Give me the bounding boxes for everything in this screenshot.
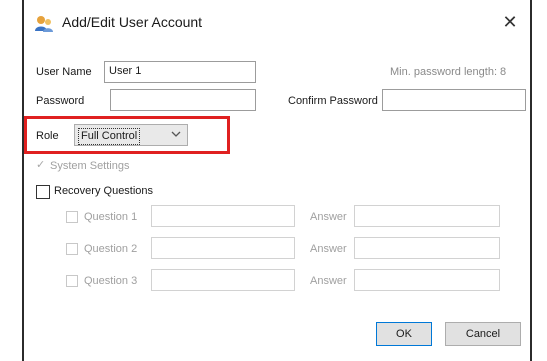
system-settings-label: System Settings	[50, 160, 130, 172]
question-1-input[interactable]	[151, 205, 295, 227]
recovery-questions-label: Recovery Questions	[54, 185, 154, 197]
dialog-title: Add/Edit User Account	[62, 14, 203, 30]
role-label: Role	[36, 130, 59, 142]
question-2-input[interactable]	[151, 237, 295, 259]
close-button[interactable]: ✕	[496, 8, 524, 36]
question-3-input[interactable]	[151, 269, 295, 291]
question-3-checkbox[interactable]	[66, 275, 78, 287]
recovery-questions-checkbox[interactable]	[36, 185, 50, 199]
user-name-label: User Name	[36, 66, 92, 78]
question-2-label: Question 2	[84, 243, 138, 255]
answer-3-input[interactable]	[354, 269, 500, 291]
question-2-checkbox[interactable]	[66, 243, 78, 255]
ok-button[interactable]: OK	[376, 322, 432, 346]
cancel-button[interactable]: Cancel	[445, 322, 521, 346]
question-1-checkbox[interactable]	[66, 211, 78, 223]
confirm-password-input[interactable]	[382, 89, 526, 111]
answer-1-label: Answer	[310, 211, 347, 223]
title-bar: Add/Edit User Account ✕	[24, 0, 530, 48]
answer-3-label: Answer	[310, 275, 347, 287]
user-name-input[interactable]: User 1	[104, 61, 256, 83]
role-select[interactable]: Full Control	[74, 124, 188, 146]
password-label: Password	[36, 95, 85, 107]
question-3-label: Question 3	[84, 275, 138, 287]
add-edit-user-dialog: Add/Edit User Account ✕ User Name User 1…	[22, 0, 532, 361]
question-1-label: Question 1	[84, 211, 138, 223]
answer-1-input[interactable]	[354, 205, 500, 227]
close-icon: ✕	[502, 12, 518, 32]
answer-2-label: Answer	[310, 243, 347, 255]
role-select-value: Full Control	[78, 128, 141, 145]
answer-2-input[interactable]	[354, 237, 500, 259]
users-icon	[34, 14, 54, 34]
system-settings-checkbox[interactable]: ✓	[36, 159, 48, 173]
checkmark-icon: ✓	[36, 159, 46, 171]
chevron-down-icon	[171, 127, 181, 144]
password-input[interactable]	[110, 89, 256, 111]
min-password-hint: Min. password length: 8	[390, 66, 507, 78]
confirm-password-label: Confirm Password	[288, 95, 378, 107]
